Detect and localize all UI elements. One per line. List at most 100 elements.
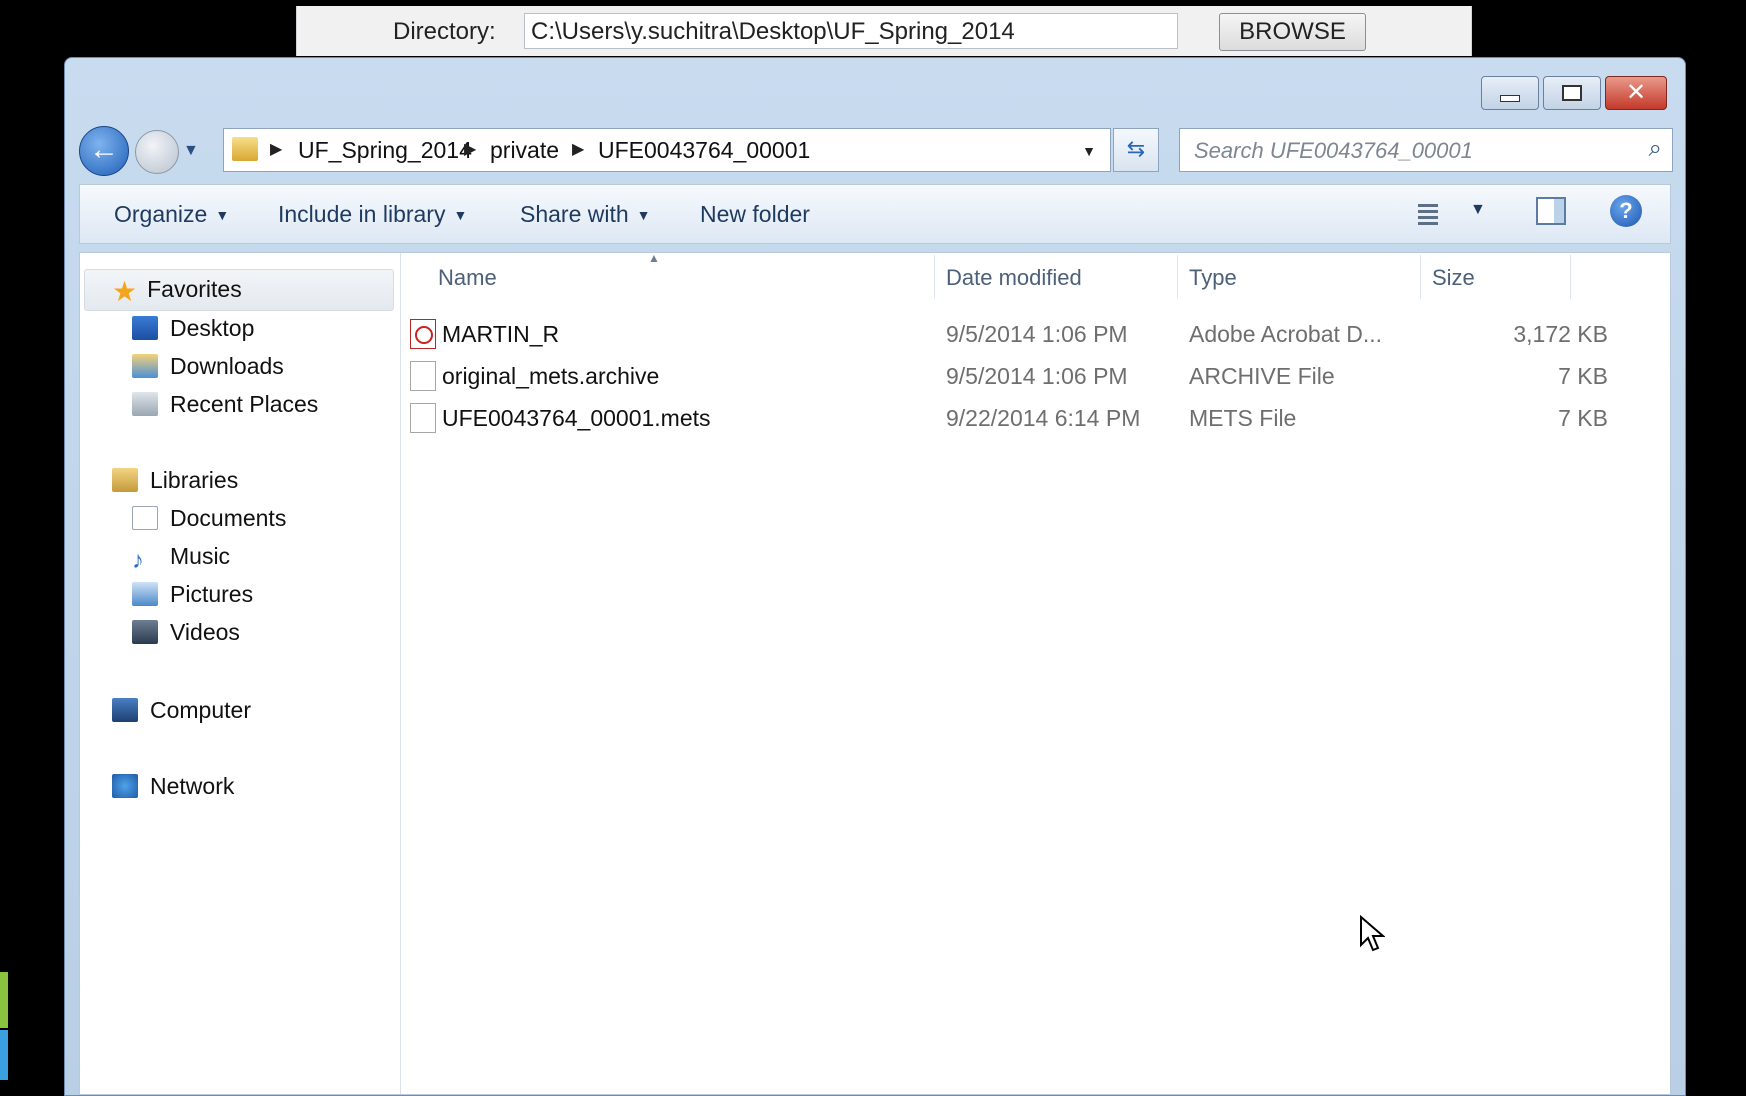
column-header-size[interactable]: Size <box>1432 265 1475 291</box>
organize-label: Organize <box>114 201 208 227</box>
search-box[interactable]: Search UFE0043764_00001 ⌕ <box>1179 128 1673 172</box>
share-with-button[interactable]: Share with ▼ <box>520 201 651 228</box>
nav-favorites-label: Favorites <box>147 276 242 302</box>
breadcrumb-uf-spring[interactable]: UF_Spring_2014 <box>298 137 472 164</box>
include-in-library-label: Include in library <box>278 201 446 227</box>
libraries-icon <box>112 468 138 492</box>
preview-pane-icon[interactable] <box>1536 197 1566 225</box>
file-type: ARCHIVE File <box>1189 363 1335 389</box>
file-row[interactable]: MARTIN_R 9/5/2014 1:06 PM Adobe Acrobat … <box>400 315 1670 355</box>
breadcrumb-current-folder[interactable]: UFE0043764_00001 <box>598 137 810 164</box>
file-name: original_mets.archive <box>442 363 660 389</box>
nav-downloads[interactable]: Downloads <box>132 353 284 380</box>
share-with-label: Share with <box>520 201 629 227</box>
nav-computer-label: Computer <box>150 697 251 723</box>
file-type: METS File <box>1189 405 1297 431</box>
column-header-name[interactable]: Name <box>438 265 497 291</box>
refresh-button[interactable]: ⇆ <box>1113 128 1159 172</box>
refresh-icon: ⇆ <box>1126 136 1146 161</box>
nav-pictures[interactable]: Pictures <box>132 581 253 608</box>
close-button[interactable]: ✕ <box>1605 76 1667 110</box>
nav-network[interactable]: Network <box>112 773 234 800</box>
include-in-library-button[interactable]: Include in library ▼ <box>278 201 467 228</box>
directory-label: Directory: <box>393 18 496 45</box>
nav-libraries[interactable]: Libraries <box>112 467 238 494</box>
column-divider <box>1570 255 1571 299</box>
sort-ascending-icon: ▲ <box>648 251 660 265</box>
file-date: 9/22/2014 6:14 PM <box>946 405 1141 431</box>
caption-buttons: ✕ <box>1481 76 1667 110</box>
nav-recent-places-label: Recent Places <box>170 391 319 417</box>
breadcrumb-separator[interactable]: ▶ <box>572 139 584 159</box>
file-list: ▲ Name Date modified Type Size MARTIN_R … <box>400 251 1670 1094</box>
nav-desktop-label: Desktop <box>170 315 255 341</box>
nav-computer[interactable]: Computer <box>112 697 251 724</box>
minimize-icon <box>1500 94 1520 102</box>
column-header-type[interactable]: Type <box>1189 265 1237 291</box>
mouse-pointer-icon <box>1360 915 1385 952</box>
help-icon[interactable]: ? <box>1610 195 1642 227</box>
music-icon: ♪ <box>132 547 144 574</box>
background-edge <box>0 972 8 1028</box>
nav-network-label: Network <box>150 773 235 799</box>
breadcrumb-separator[interactable]: ▶ <box>464 139 476 159</box>
address-dropdown-icon[interactable]: ▼ <box>1082 143 1096 159</box>
address-bar[interactable]: ▶ UF_Spring_2014 ▶ private ▶ UFE0043764_… <box>223 128 1111 172</box>
back-button[interactable]: ← <box>79 126 129 176</box>
nav-downloads-label: Downloads <box>170 353 284 379</box>
navigation-pane: ★ Favorites Desktop Downloads Recent Plac… <box>80 253 401 1094</box>
background-edge-blue <box>0 1030 8 1080</box>
nav-documents-label: Documents <box>170 505 287 531</box>
minimize-button[interactable] <box>1481 76 1539 110</box>
change-view-icon[interactable] <box>1410 201 1438 225</box>
caret-down-icon: ▼ <box>215 207 230 223</box>
network-icon <box>112 774 138 798</box>
file-icon <box>410 361 436 391</box>
breadcrumb-separator[interactable]: ▶ <box>270 139 282 159</box>
new-folder-button[interactable]: New folder <box>700 201 810 228</box>
command-bar: Organize ▼ Include in library ▼ Share with… <box>79 184 1671 244</box>
breadcrumb-private[interactable]: private <box>490 137 559 164</box>
nav-documents[interactable]: Documents <box>132 505 286 532</box>
column-divider <box>934 255 935 299</box>
forward-button[interactable] <box>135 130 179 174</box>
view-options-icon[interactable]: ▼ <box>1470 201 1486 219</box>
computer-icon <box>112 698 138 722</box>
nav-videos-label: Videos <box>170 619 240 645</box>
file-icon <box>410 403 436 433</box>
directory-bar: Directory: C:\Users\y.suchitra\Desktop\U… <box>296 6 1472 56</box>
nav-desktop[interactable]: Desktop <box>132 315 254 342</box>
search-icon[interactable]: ⌕ <box>1649 135 1662 163</box>
downloads-icon <box>132 354 158 378</box>
file-size: 7 KB <box>1558 363 1608 389</box>
nav-music[interactable]: ♪ Music <box>132 543 230 573</box>
file-date: 9/5/2014 1:06 PM <box>946 363 1128 389</box>
arrow-left-icon: ← <box>89 133 119 166</box>
chevron-down-icon: ▼ <box>183 142 199 159</box>
file-type: Adobe Acrobat D... <box>1189 321 1383 347</box>
nav-videos[interactable]: Videos <box>132 619 240 646</box>
column-divider <box>1177 255 1178 299</box>
maximize-button[interactable] <box>1543 76 1601 110</box>
navigation-row: ← ▼ ▶ UF_Spring_2014 ▶ private ▶ UFE0043… <box>79 124 1673 176</box>
nav-recent-places[interactable]: Recent Places <box>132 391 318 418</box>
folder-icon <box>232 137 258 161</box>
star-icon: ★ <box>112 276 138 307</box>
nav-music-label: Music <box>170 543 231 569</box>
nav-libraries-label: Libraries <box>150 467 239 493</box>
organize-button[interactable]: Organize ▼ <box>114 201 229 228</box>
desktop-icon <box>132 316 158 340</box>
file-date: 9/5/2014 1:06 PM <box>946 321 1128 347</box>
file-row[interactable]: original_mets.archive 9/5/2014 1:06 PM A… <box>400 357 1670 397</box>
search-placeholder: Search UFE0043764_00001 <box>1194 138 1473 163</box>
browse-button[interactable]: BROWSE <box>1219 13 1366 51</box>
file-name: UFE0043764_00001.mets <box>442 405 711 431</box>
recent-locations-button[interactable]: ▼ <box>183 142 199 160</box>
nav-favorites[interactable]: ★ Favorites <box>112 275 242 308</box>
column-divider <box>1420 255 1421 299</box>
directory-input[interactable]: C:\Users\y.suchitra\Desktop\UF_Spring_20… <box>524 13 1178 49</box>
column-header-date-modified[interactable]: Date modified <box>946 265 1082 291</box>
file-name: MARTIN_R <box>442 321 560 347</box>
file-row[interactable]: UFE0043764_00001.mets 9/22/2014 6:14 PM … <box>400 399 1670 439</box>
caret-down-icon: ▼ <box>453 207 468 223</box>
